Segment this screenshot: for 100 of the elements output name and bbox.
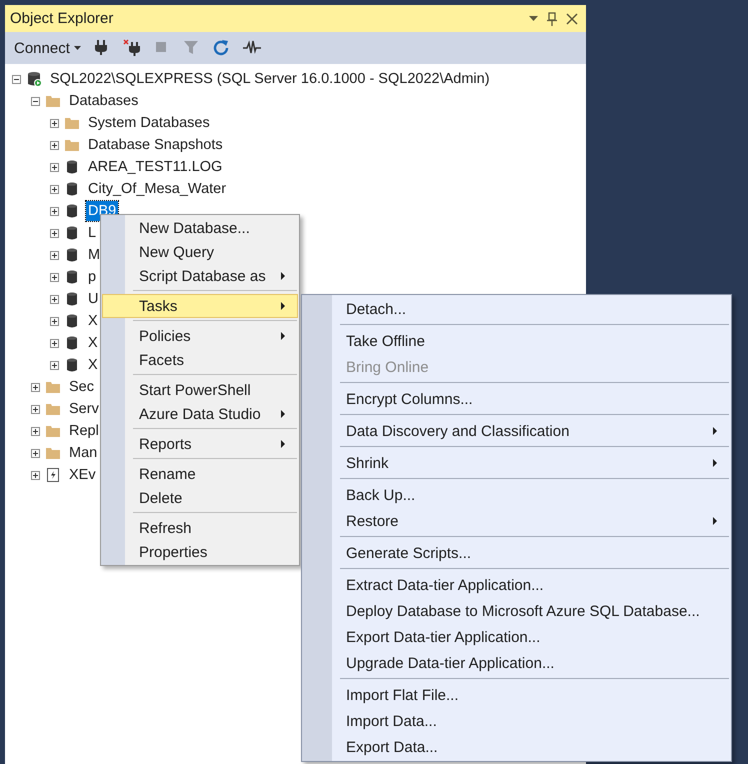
- folder-icon: [45, 401, 61, 417]
- menu-item[interactable]: Shrink: [303, 450, 730, 476]
- submenu-arrow-icon: [281, 332, 285, 340]
- dropdown-icon[interactable]: [529, 16, 538, 22]
- submenu-arrow-icon: [281, 410, 285, 418]
- menu-item[interactable]: Generate Scripts...: [303, 540, 730, 566]
- tree-item[interactable]: XEv: [67, 465, 98, 485]
- tree-item[interactable]: Databases: [67, 91, 140, 111]
- tree-item[interactable]: Serv: [67, 399, 101, 419]
- database-icon: [64, 335, 80, 351]
- panel-title: Object Explorer: [10, 10, 114, 27]
- folder-icon: [64, 137, 80, 153]
- database-icon: [64, 269, 80, 285]
- menu-item[interactable]: Azure Data Studio: [102, 402, 298, 426]
- submenu-arrow-icon: [281, 272, 285, 280]
- database-icon: [64, 181, 80, 197]
- collapse-icon[interactable]: [12, 74, 21, 84]
- expand-icon[interactable]: [50, 206, 59, 216]
- menu-item[interactable]: Import Data...: [303, 708, 730, 734]
- submenu-arrow-icon: [281, 302, 285, 310]
- tree-item[interactable]: X: [86, 355, 100, 375]
- tree-item[interactable]: Repl: [67, 421, 101, 441]
- submenu-arrow-icon: [713, 517, 717, 525]
- submenu-arrow-icon: [713, 427, 717, 435]
- submenu-arrow-icon: [281, 440, 285, 448]
- menu-item[interactable]: Import Flat File...: [303, 682, 730, 708]
- disconnect-icon: [122, 39, 141, 57]
- tree-item[interactable]: City_Of_Mesa_Water: [86, 179, 228, 199]
- expand-icon[interactable]: [50, 140, 59, 150]
- folder-icon: [45, 423, 61, 439]
- expand-icon[interactable]: [50, 360, 59, 370]
- server-icon: [26, 71, 42, 87]
- folder-icon: [45, 445, 61, 461]
- expand-icon[interactable]: [50, 162, 59, 172]
- database-icon: [64, 313, 80, 329]
- menu-item[interactable]: Export Data...: [303, 734, 730, 760]
- menu-item[interactable]: Export Data-tier Application...: [303, 624, 730, 650]
- menu-item[interactable]: Refresh: [102, 516, 298, 540]
- menu-item[interactable]: Rename: [102, 462, 298, 486]
- tree-item[interactable]: X: [86, 311, 100, 331]
- submenu-arrow-icon: [713, 459, 717, 467]
- tree-item[interactable]: Man: [67, 443, 100, 463]
- connect-button[interactable]: Connect: [12, 38, 83, 58]
- menu-item[interactable]: Tasks: [102, 294, 298, 318]
- menu-item[interactable]: Script Database as: [102, 264, 298, 288]
- pin-icon[interactable]: [547, 12, 557, 26]
- expand-icon[interactable]: [31, 448, 40, 458]
- expand-icon[interactable]: [50, 294, 59, 304]
- expand-icon[interactable]: [50, 272, 59, 282]
- expand-icon[interactable]: [31, 426, 40, 436]
- expand-icon[interactable]: [50, 228, 59, 238]
- database-icon: [64, 291, 80, 307]
- menu-item[interactable]: New Query: [102, 240, 298, 264]
- collapse-icon[interactable]: [31, 96, 40, 106]
- menu-item[interactable]: Back Up...: [303, 482, 730, 508]
- menu-item[interactable]: Facets: [102, 348, 298, 372]
- refresh-icon: [212, 39, 231, 57]
- tree-item[interactable]: Database Snapshots: [86, 135, 225, 155]
- expand-icon[interactable]: [50, 316, 59, 326]
- tree-item[interactable]: U: [86, 289, 100, 309]
- database-icon: [64, 357, 80, 373]
- menu-item[interactable]: Data Discovery and Classification: [303, 418, 730, 444]
- folder-icon: [45, 379, 61, 395]
- tree-item[interactable]: Sec: [67, 377, 96, 397]
- expand-icon[interactable]: [50, 118, 59, 128]
- expand-icon[interactable]: [31, 470, 40, 480]
- tree-item[interactable]: AREA_TEST11.LOG: [86, 157, 224, 177]
- expand-icon[interactable]: [31, 382, 40, 392]
- menu-item[interactable]: Delete: [102, 486, 298, 510]
- menu-item[interactable]: Restore: [303, 508, 730, 534]
- menu-item[interactable]: Deploy Database to Microsoft Azure SQL Database...: [303, 598, 730, 624]
- expand-icon[interactable]: [50, 184, 59, 194]
- database-icon: [64, 247, 80, 263]
- expand-icon[interactable]: [50, 338, 59, 348]
- menu-item[interactable]: Start PowerShell: [102, 378, 298, 402]
- menu-item[interactable]: Policies: [102, 324, 298, 348]
- menu-item[interactable]: Encrypt Columns...: [303, 386, 730, 412]
- tree-item[interactable]: M: [86, 245, 102, 265]
- menu-item[interactable]: Detach...: [303, 296, 730, 322]
- close-icon[interactable]: [566, 12, 578, 24]
- expand-icon[interactable]: [50, 250, 59, 260]
- menu-item[interactable]: Extract Data-tier Application...: [303, 572, 730, 598]
- folder-icon: [45, 93, 61, 109]
- tree-item[interactable]: L: [86, 223, 98, 243]
- disconnect-button[interactable]: [120, 37, 143, 59]
- database-icon: [64, 159, 80, 175]
- filter-icon: [182, 39, 201, 57]
- menu-item[interactable]: Upgrade Data-tier Application...: [303, 650, 730, 676]
- folder-icon: [64, 115, 80, 131]
- caret-icon: [74, 46, 81, 50]
- tree-item[interactable]: System Databases: [86, 113, 212, 133]
- tree-item[interactable]: X: [86, 333, 100, 353]
- event-icon: [45, 467, 61, 483]
- menu-item[interactable]: Properties: [102, 540, 298, 564]
- expand-icon[interactable]: [31, 404, 40, 414]
- menu-item[interactable]: Reports: [102, 432, 298, 456]
- database-icon: [64, 225, 80, 241]
- menu-item[interactable]: Take Offline: [303, 328, 730, 354]
- tree-item[interactable]: SQL2022\SQLEXPRESS (SQL Server 16.0.1000 - SQL2022\Admin): [48, 69, 492, 89]
- tree-item[interactable]: p: [86, 267, 98, 287]
